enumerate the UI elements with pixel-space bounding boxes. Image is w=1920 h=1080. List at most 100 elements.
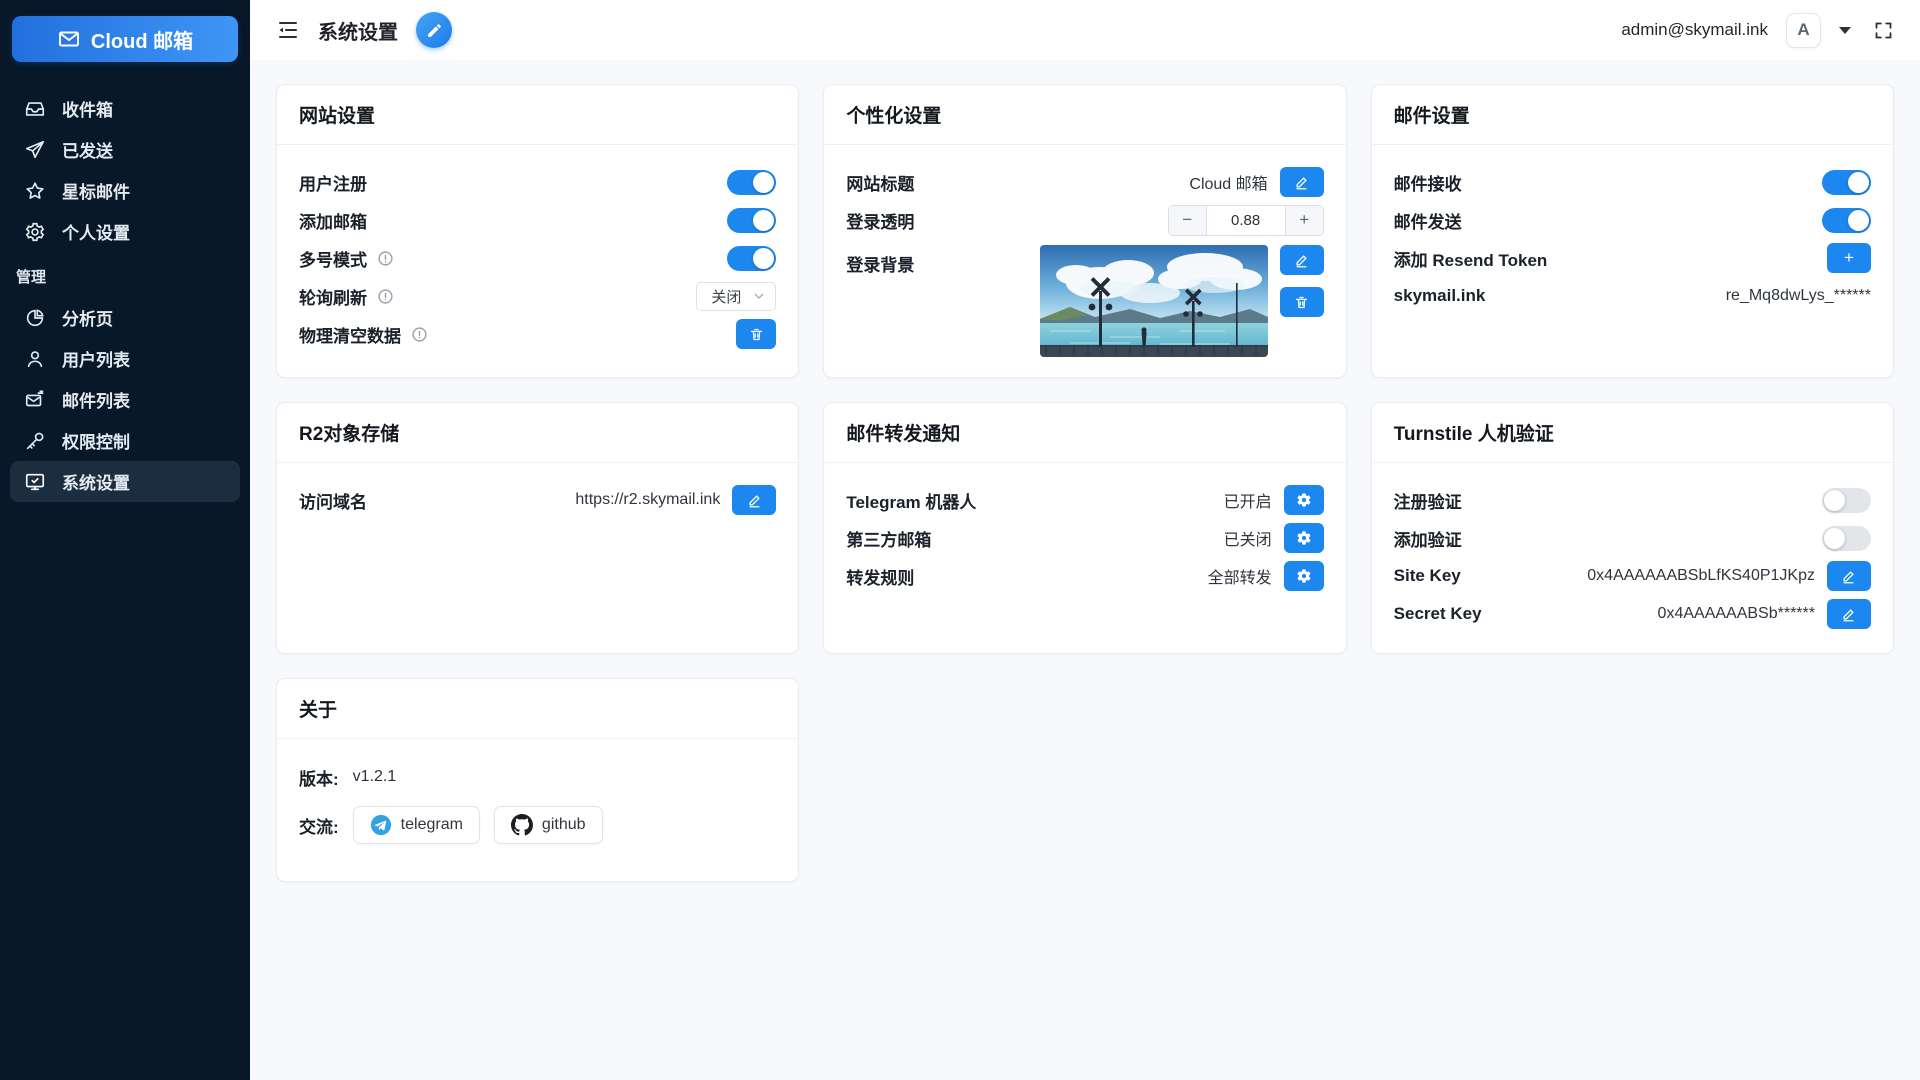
edit-secret-key-button[interactable]	[1827, 599, 1871, 629]
app-logo[interactable]: Cloud 邮箱	[12, 16, 238, 62]
chevron-down-icon[interactable]	[1839, 27, 1851, 34]
pencil-icon	[1294, 253, 1309, 268]
star-icon	[24, 180, 46, 202]
edit-background-button[interactable]	[1280, 245, 1324, 275]
forward-rule-value: 全部转发	[1208, 564, 1272, 588]
polling-select[interactable]: 关闭	[696, 282, 776, 311]
telegram-bot-settings-button[interactable]	[1284, 485, 1324, 515]
sidebar-item-sent[interactable]: 已发送	[10, 129, 240, 170]
setting-label: 转发规则	[846, 564, 914, 589]
sidebar-item-starred[interactable]: 星标邮件	[10, 170, 240, 211]
turnstile-register-toggle[interactable]	[1822, 488, 1871, 513]
sidebar-item-users[interactable]: 用户列表	[10, 338, 240, 379]
setting-label: 登录背景	[846, 245, 914, 276]
third-party-status: 已关闭	[1224, 526, 1272, 550]
sidebar-item-system-settings[interactable]: 系统设置	[10, 461, 240, 502]
sidebar-item-permissions[interactable]: 权限控制	[10, 420, 240, 461]
info-icon[interactable]	[411, 326, 428, 343]
setting-row: 轮询刷新 关闭	[299, 277, 776, 315]
login-background-preview[interactable]	[1040, 245, 1268, 357]
monitor-check-icon	[24, 471, 46, 493]
page-title: 系统设置	[318, 16, 398, 45]
setting-label: 访问域名	[299, 488, 367, 513]
setting-row: 添加 Resend Token +	[1394, 239, 1871, 277]
setting-row: 物理清空数据	[299, 315, 776, 353]
site-title-value: Cloud 邮箱	[1189, 170, 1267, 194]
fullscreen-icon[interactable]	[1873, 20, 1894, 41]
setting-label: 多号模式	[299, 246, 367, 271]
mail-list-icon	[24, 389, 46, 411]
setting-label: 邮件发送	[1394, 208, 1462, 233]
setting-row: 邮件发送	[1394, 201, 1871, 239]
card-site-settings: 网站设置 用户注册 添加邮箱 多号模式	[276, 84, 799, 378]
telegram-link-button[interactable]: telegram	[353, 806, 480, 844]
purge-data-button[interactable]	[736, 319, 776, 349]
sidebar-item-mail-list[interactable]: 邮件列表	[10, 379, 240, 420]
add-mailbox-toggle[interactable]	[727, 208, 776, 233]
setting-label: 添加邮箱	[299, 208, 367, 233]
avatar[interactable]: A	[1786, 13, 1821, 48]
pencil-icon	[1841, 569, 1856, 584]
mail-send-toggle[interactable]	[1822, 208, 1871, 233]
main-area: 系统设置 admin@skymail.ink A 网站设置 用户注册 添加邮箱	[250, 0, 1920, 1080]
app-logo-label: Cloud 邮箱	[91, 25, 193, 54]
add-resend-token-button[interactable]: +	[1827, 243, 1871, 273]
site-key-value: 0x4AAAAAABSbLfKS40P1JKpz	[1587, 567, 1815, 585]
collapse-menu-icon[interactable]	[276, 18, 300, 42]
resend-token-value: re_Mq8dwLys_******	[1726, 287, 1871, 305]
sidebar-item-label: 用户列表	[62, 346, 130, 371]
setting-row: 添加验证	[1394, 519, 1871, 557]
setting-row: 转发规则 全部转发	[846, 557, 1323, 595]
pencil-icon	[747, 493, 762, 508]
setting-label: 网站标题	[846, 170, 914, 195]
info-icon[interactable]	[377, 288, 394, 305]
sidebar-item-analytics[interactable]: 分析页	[10, 297, 240, 338]
setting-row: 网站标题 Cloud 邮箱	[846, 163, 1323, 201]
card-title: 邮件转发通知	[824, 403, 1345, 463]
inbox-icon	[24, 98, 46, 120]
sidebar-item-label: 星标邮件	[62, 178, 130, 203]
card-title: Turnstile 人机验证	[1372, 403, 1893, 463]
sidebar-item-label: 权限控制	[62, 428, 130, 453]
setting-label: 添加 Resend Token	[1394, 246, 1548, 271]
polling-select-value: 关闭	[711, 286, 741, 307]
edit-r2-domain-button[interactable]	[732, 485, 776, 515]
setting-label: 第三方邮箱	[846, 526, 931, 551]
gear-icon	[1296, 530, 1312, 546]
gear-icon	[24, 221, 46, 243]
pencil-icon	[1841, 607, 1856, 622]
version-label: 版本:	[299, 765, 339, 790]
setting-row: 登录透明 − 0.88 +	[846, 201, 1323, 239]
sidebar: Cloud 邮箱 收件箱 已发送 星标邮件 个人设置 管理 分析页	[0, 0, 250, 1080]
sidebar-item-inbox[interactable]: 收件箱	[10, 88, 240, 129]
setting-label: 添加验证	[1394, 526, 1462, 551]
sidebar-item-label: 已发送	[62, 137, 113, 162]
sidebar-item-personal-settings[interactable]: 个人设置	[10, 211, 240, 252]
community-row: 交流: telegram github	[299, 805, 776, 845]
card-about: 关于 版本: v1.2.1 交流: telegram github	[276, 678, 799, 882]
edit-site-title-button[interactable]	[1280, 167, 1324, 197]
card-title: 关于	[277, 679, 798, 739]
user-register-toggle[interactable]	[727, 170, 776, 195]
info-icon[interactable]	[377, 250, 394, 267]
login-opacity-value[interactable]: 0.88	[1206, 206, 1286, 235]
sidebar-item-label: 邮件列表	[62, 387, 130, 412]
setting-label: Telegram 机器人	[846, 488, 976, 513]
setting-row: 添加邮箱	[299, 201, 776, 239]
topbar: 系统设置 admin@skymail.ink A	[250, 0, 1920, 60]
third-party-settings-button[interactable]	[1284, 523, 1324, 553]
version-row: 版本: v1.2.1	[299, 757, 776, 797]
edit-title-button[interactable]	[416, 12, 452, 48]
stepper-increase-button[interactable]: +	[1286, 206, 1323, 235]
edit-site-key-button[interactable]	[1827, 561, 1871, 591]
setting-label: 物理清空数据	[299, 322, 401, 347]
forward-rule-settings-button[interactable]	[1284, 561, 1324, 591]
multi-account-toggle[interactable]	[727, 246, 776, 271]
stepper-decrease-button[interactable]: −	[1169, 206, 1206, 235]
github-link-button[interactable]: github	[494, 806, 603, 844]
turnstile-add-toggle[interactable]	[1822, 526, 1871, 551]
delete-background-button[interactable]	[1280, 287, 1324, 317]
mail-receive-toggle[interactable]	[1822, 170, 1871, 195]
community-label: 交流:	[299, 813, 339, 838]
key-icon	[24, 430, 46, 452]
